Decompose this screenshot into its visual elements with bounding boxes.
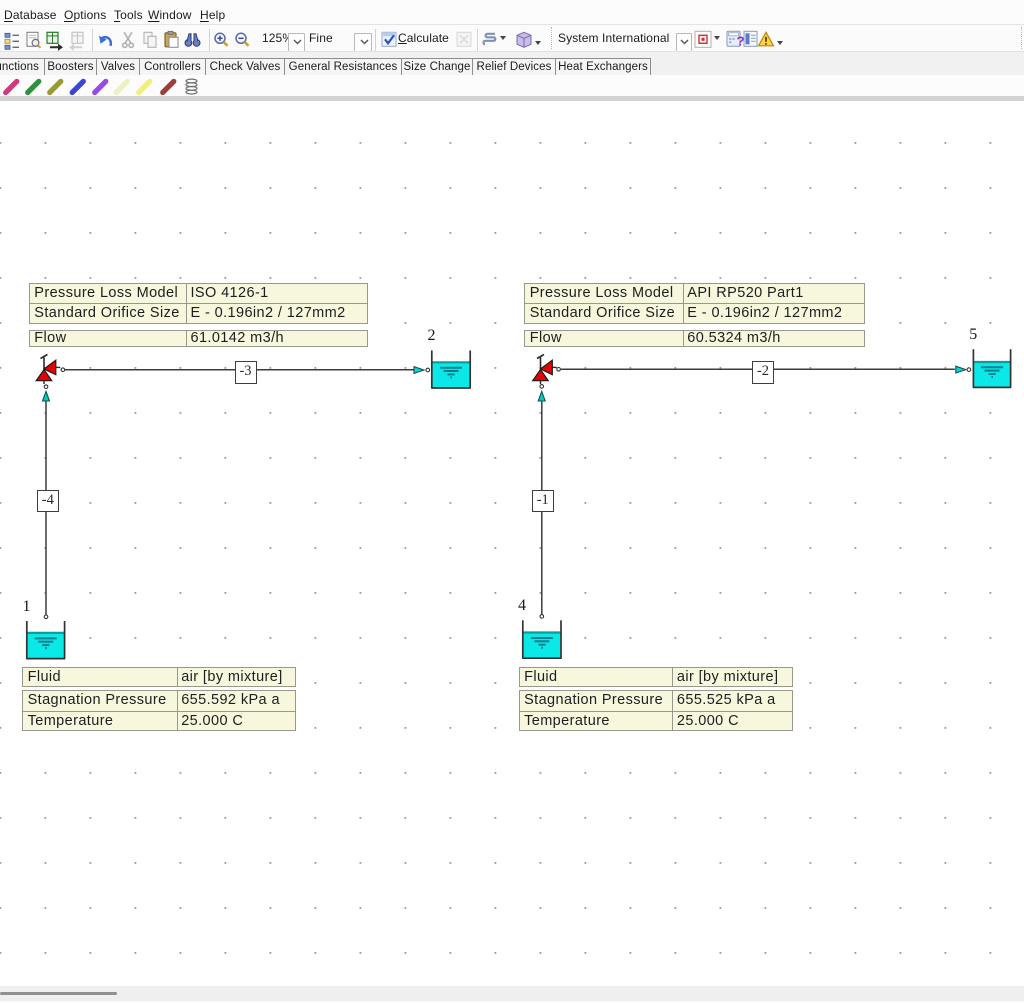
svg-text:?: ? <box>737 33 745 48</box>
